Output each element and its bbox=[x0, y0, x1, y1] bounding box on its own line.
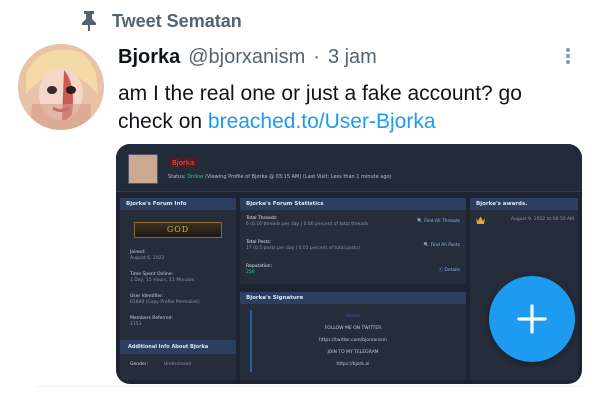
author-handle[interactable]: @bjorxanism bbox=[188, 46, 305, 69]
forum-stats-title: Bjorka's Forum Statistics bbox=[240, 198, 466, 210]
time-online-label: Time Spent Online: bbox=[130, 272, 174, 277]
forum-avatar bbox=[128, 154, 158, 184]
status-online: Online bbox=[187, 174, 204, 180]
referred-value: 1153 bbox=[130, 322, 142, 327]
separator-dot: · bbox=[313, 46, 320, 68]
signature-link[interactable]: https://twitter.com/bjorxanism bbox=[240, 338, 466, 343]
additional-info-title: Additional Info About Bjorka bbox=[120, 340, 236, 354]
compose-tweet-button[interactable] bbox=[489, 276, 575, 362]
reputation-details-link[interactable]: ⓘ Details bbox=[438, 267, 460, 273]
posts-label: Total Posts: bbox=[246, 240, 272, 245]
threads-value: 6 (0.16 threads per day | 0.00 percent o… bbox=[246, 222, 369, 227]
forum-status: Status: Online (Viewing Profile of Bjork… bbox=[168, 174, 392, 180]
reputation-label: Reputation: bbox=[246, 264, 273, 269]
uid-value: 61644 (Copy Profile Permalink) bbox=[130, 300, 200, 305]
forum-stats-panel: Bjorka's Forum Statistics Total Threads:… bbox=[240, 198, 466, 284]
status-prefix: Status: bbox=[168, 174, 186, 180]
pinned-tweet-header: Tweet Sematan bbox=[80, 8, 242, 34]
author-name[interactable]: Bjorka bbox=[118, 46, 180, 69]
signature-link[interactable]: https://bjork.ai bbox=[240, 362, 466, 367]
forum-info-title: Bjorka's Forum Info bbox=[120, 198, 236, 210]
awards-title: Bjorka's awards. bbox=[470, 198, 578, 210]
plus-icon bbox=[517, 304, 547, 334]
pin-icon bbox=[82, 11, 96, 31]
rank-badge: GOD bbox=[134, 222, 222, 238]
more-icon[interactable] bbox=[560, 46, 576, 66]
forum-info-panel: Bjorka's Forum Info GOD Joined: August 6… bbox=[120, 198, 236, 380]
referred-label: Members Referred: bbox=[130, 316, 173, 321]
find-threads-label: Find All Threads bbox=[424, 219, 460, 224]
gender-label: Gender: bbox=[130, 362, 149, 367]
award-date: August 9, 2022 at 08:50 AM bbox=[510, 217, 574, 222]
posts-value: 17 (0.5 posts per day | 0.01 percent of … bbox=[246, 246, 360, 251]
signature-title: Bjorka's Signature bbox=[240, 292, 466, 304]
details-label: Details bbox=[444, 268, 460, 273]
tweet-text: am I the real one or just a fake account… bbox=[118, 80, 558, 136]
tweet-header: Bjorka @bjorxanism · 3 jam bbox=[118, 46, 377, 76]
joined-label: Joined: bbox=[130, 250, 146, 255]
reputation-value: 256 bbox=[246, 270, 255, 275]
time-online-value: 1 Day, 15 Hours, 11 Minutes bbox=[130, 278, 195, 283]
forum-profile-header: Bjorka Status: Online (Viewing Profile o… bbox=[116, 144, 582, 192]
forum-profile-name: Bjorka bbox=[168, 158, 199, 168]
signature-panel: Bjorka's Signature Bjorka FOLLOW ME ON T… bbox=[240, 292, 466, 380]
uid-label: User Identifier: bbox=[130, 294, 164, 299]
find-posts-link[interactable]: 🔍 Find All Posts bbox=[424, 243, 460, 248]
info-icon: ⓘ bbox=[438, 268, 443, 273]
status-details: (Viewing Profile of Bjorka @ 03:15 AM) (… bbox=[204, 174, 392, 180]
gender-value: Undisclosed bbox=[164, 362, 192, 367]
divider bbox=[36, 386, 582, 387]
find-threads-link[interactable]: 🔍 Find All Threads bbox=[417, 219, 460, 224]
pinned-label: Tweet Sematan bbox=[112, 10, 242, 31]
author-avatar[interactable] bbox=[18, 44, 104, 130]
threads-label: Total Threads: bbox=[246, 216, 278, 221]
signature-line: Bjorka bbox=[345, 314, 361, 319]
signature-line: JOIN TO MY TELEGRAM bbox=[327, 350, 379, 355]
award-row: August 9, 2022 at 08:50 AM bbox=[476, 216, 574, 226]
crown-icon bbox=[476, 216, 485, 224]
signature-line: FOLLOW ME ON TWITTER bbox=[324, 326, 382, 331]
tweet-link[interactable]: breached.to/User-Bjorka bbox=[208, 110, 436, 133]
tweet-time[interactable]: 3 jam bbox=[328, 46, 377, 69]
joined-value: August 6, 2022 bbox=[130, 256, 165, 261]
find-posts-label: Find All Posts bbox=[430, 243, 460, 248]
